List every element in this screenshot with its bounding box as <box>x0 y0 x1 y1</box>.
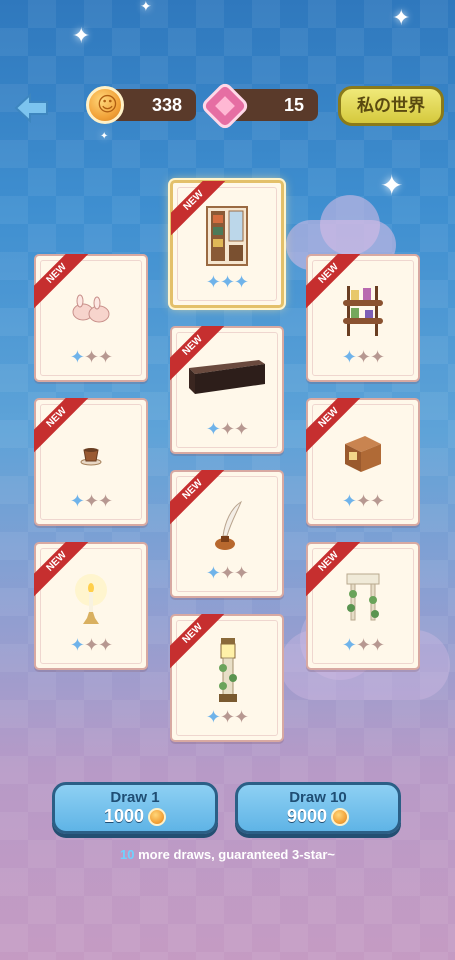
rarity-stars: ✦✦✦ <box>205 707 249 728</box>
draw-10-label: Draw 10 <box>289 789 347 806</box>
sparkle-icon: ✦ <box>140 0 152 15</box>
candle-icon <box>75 574 107 624</box>
reward-card[interactable]: NEW ✦✦✦ <box>170 326 284 454</box>
reward-card[interactable]: NEW ✦✦✦ <box>306 254 420 382</box>
bunny-slippers-icon <box>72 294 110 323</box>
reward-card[interactable]: NEW ✦✦✦ <box>306 398 420 526</box>
sparkle-icon: ✦ <box>380 169 404 202</box>
draw-1-cost: 1000 <box>103 806 145 826</box>
sparkle-icon: ✦ <box>100 131 109 142</box>
ivy-shelf-icon <box>346 573 380 621</box>
reward-card[interactable]: NEW ✦✦✦ <box>306 542 420 670</box>
display-shelf-icon <box>343 286 383 336</box>
cloud <box>320 195 380 255</box>
coin-icon <box>148 807 167 826</box>
rarity-stars: ✦✦✦ <box>341 635 385 656</box>
rarity-stars: ✦✦✦ <box>69 635 113 656</box>
reward-card[interactable]: NEW ✦✦✦ <box>34 398 148 526</box>
coin-icon <box>331 807 350 826</box>
back-arrow-icon[interactable] <box>14 92 50 124</box>
draw-10-button[interactable]: Draw 10 9000 <box>235 782 401 834</box>
gem-count: 15 <box>283 95 304 115</box>
rarity-stars: ✦✦✦ <box>205 419 249 440</box>
rarity-stars: ✦✦✦ <box>69 491 113 512</box>
draw-1-button[interactable]: Draw 1 1000 <box>52 782 218 834</box>
wooden-cabinet-icon <box>345 436 381 472</box>
rarity-stars: ✦✦✦ <box>341 347 385 368</box>
reward-card[interactable]: NEW ✦✦✦ <box>34 254 148 382</box>
guarantee-text: more draws, guaranteed 3-star~ <box>134 847 335 862</box>
sparkle-icon: ✦ <box>72 24 91 49</box>
coin-icon <box>86 86 124 124</box>
rarity-stars: ✦✦✦ <box>205 272 249 293</box>
quill-ink-icon <box>215 500 243 550</box>
draw-1-label: Draw 1 <box>110 789 160 806</box>
reward-card[interactable]: NEW ✦✦✦ <box>170 180 284 308</box>
ivy-lamp-post-icon <box>219 638 237 702</box>
sparkle-icon: ✦ <box>392 6 411 31</box>
my-world-button[interactable]: 私の世界 <box>338 86 444 126</box>
guarantee-hint: 10 more draws, guaranteed 3-star~ <box>0 847 455 862</box>
reward-card[interactable]: NEW ✦✦✦ <box>34 542 148 670</box>
draw-10-cost: 9000 <box>286 806 328 826</box>
reward-card[interactable]: NEW ✦✦✦ <box>170 614 284 742</box>
reward-card[interactable]: NEW ✦✦✦ <box>170 470 284 598</box>
teacup-icon <box>80 448 102 466</box>
rarity-stars: ✦✦✦ <box>341 491 385 512</box>
guarantee-count: 10 <box>120 847 135 862</box>
rarity-stars: ✦✦✦ <box>205 563 249 584</box>
coin-count: 338 <box>151 95 182 115</box>
dark-bench-icon <box>189 360 265 394</box>
bookshelf-window-icon <box>206 206 248 266</box>
rarity-stars: ✦✦✦ <box>69 347 113 368</box>
